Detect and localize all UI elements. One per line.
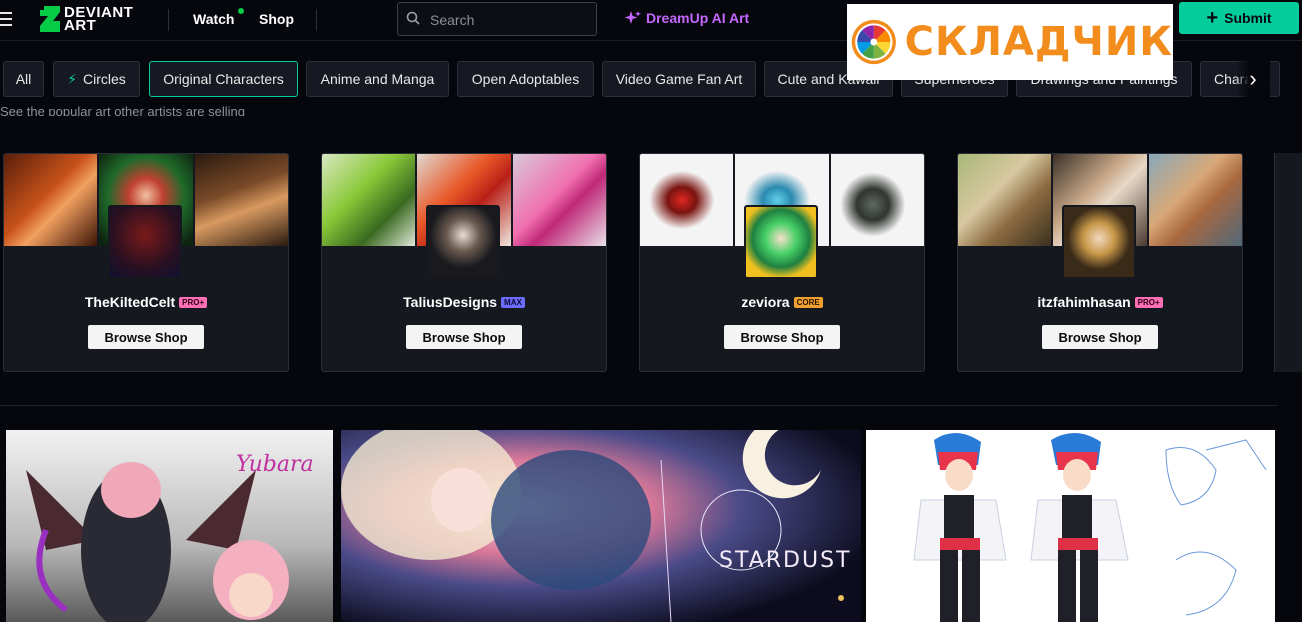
shop-username[interactable]: TheKiltedCelt bbox=[85, 294, 175, 310]
avatar[interactable] bbox=[108, 205, 182, 279]
chip-circles[interactable]: ⚡ Circles bbox=[53, 61, 140, 97]
watch-link[interactable]: Watch bbox=[193, 11, 234, 27]
nav-separator bbox=[316, 9, 317, 31]
chip-all[interactable]: All bbox=[3, 61, 44, 97]
shop-name-row: TheKiltedCelt PRO+ bbox=[4, 294, 288, 310]
artwork-thumbnail[interactable] bbox=[194, 154, 288, 246]
artwork-thumbnail[interactable] bbox=[958, 154, 1052, 246]
deviantart-logo-icon bbox=[40, 6, 60, 32]
membership-badge: CORE bbox=[793, 296, 823, 308]
shop-name-row: itzfahimhasan PRO+ bbox=[958, 294, 1242, 310]
chevron-right-icon[interactable]: › bbox=[1236, 61, 1270, 97]
chip-label: Open Adoptables bbox=[471, 71, 580, 87]
artwork-thumbnail[interactable] bbox=[512, 154, 606, 246]
submit-button[interactable]: + Submit bbox=[1179, 2, 1299, 34]
shop-card-partial[interactable] bbox=[1274, 153, 1302, 372]
menu-icon[interactable] bbox=[0, 12, 12, 26]
search-icon bbox=[406, 11, 420, 25]
chip-label: Video Game Fan Art bbox=[615, 71, 743, 87]
avatar[interactable] bbox=[744, 205, 818, 279]
sparkle-icon bbox=[624, 11, 641, 24]
shop-username[interactable]: zeviora bbox=[741, 294, 789, 310]
artwork-thumbnail[interactable] bbox=[1148, 154, 1242, 246]
browse-shop-button[interactable]: Browse Shop bbox=[88, 325, 204, 349]
artwork-tile[interactable]: Yubara bbox=[6, 430, 333, 622]
logo-text: DEVIANT ART bbox=[64, 5, 133, 33]
plus-icon: + bbox=[1206, 7, 1219, 29]
membership-badge: MAX bbox=[501, 296, 525, 308]
artwork-thumbnail[interactable] bbox=[640, 154, 734, 246]
lightning-icon: ⚡ bbox=[67, 70, 78, 87]
dreamup-label: DreamUp AI Art bbox=[646, 10, 750, 26]
watermark-overlay: СКЛАДЧИК bbox=[847, 4, 1173, 80]
avatar[interactable] bbox=[426, 205, 500, 279]
search-input[interactable] bbox=[428, 9, 592, 31]
artwork-tile[interactable]: STARDUST bbox=[341, 430, 861, 622]
nav-separator bbox=[168, 9, 169, 31]
avatar[interactable] bbox=[1062, 205, 1136, 279]
shop-card[interactable]: zeviora CORE Browse Shop bbox=[639, 153, 925, 372]
artwork-tile[interactable] bbox=[866, 430, 1275, 622]
artwork-image bbox=[866, 430, 1275, 622]
watermark-text: СКЛАДЧИК bbox=[904, 19, 1173, 65]
chip-original-characters[interactable]: Original Characters bbox=[149, 61, 298, 97]
section-divider bbox=[0, 405, 1278, 406]
browse-shop-button[interactable]: Browse Shop bbox=[406, 325, 522, 349]
chip-anime-and-manga[interactable]: Anime and Manga bbox=[306, 61, 449, 97]
dreamup-link[interactable]: DreamUp AI Art bbox=[624, 10, 749, 26]
shop-card[interactable]: itzfahimhasan PRO+ Browse Shop bbox=[957, 153, 1243, 372]
artwork-thumbnail[interactable] bbox=[4, 154, 98, 246]
artwork-caption: STARDUST bbox=[719, 548, 852, 573]
chip-label: Original Characters bbox=[163, 71, 284, 87]
artwork-thumbnail[interactable] bbox=[322, 154, 416, 246]
shop-card[interactable]: TaliusDesigns MAX Browse Shop bbox=[321, 153, 607, 372]
submit-label: Submit bbox=[1224, 10, 1272, 26]
shop-username[interactable]: itzfahimhasan bbox=[1037, 294, 1130, 310]
color-wheel-logo bbox=[851, 19, 896, 65]
artwork-image bbox=[341, 430, 861, 622]
deviantart-logo[interactable]: DEVIANT ART bbox=[40, 4, 133, 34]
browse-shop-button[interactable]: Browse Shop bbox=[724, 325, 840, 349]
browse-shop-button[interactable]: Browse Shop bbox=[1042, 325, 1158, 349]
shop-name-row: zeviora CORE bbox=[640, 294, 924, 310]
shop-link[interactable]: Shop bbox=[259, 11, 294, 27]
watch-notification-dot bbox=[238, 8, 244, 14]
shop-name-row: TaliusDesigns MAX bbox=[322, 294, 606, 310]
artwork-thumbnail[interactable] bbox=[830, 154, 924, 246]
chip-label: All bbox=[15, 71, 32, 87]
membership-badge: PRO+ bbox=[179, 296, 208, 308]
chip-open-adoptables[interactable]: Open Adoptables bbox=[457, 61, 594, 97]
chip-label: Circles bbox=[83, 71, 126, 87]
search-box[interactable] bbox=[397, 2, 597, 36]
section-subtitle: See the popular art other artists are se… bbox=[0, 104, 245, 116]
membership-badge: PRO+ bbox=[1134, 296, 1163, 308]
chip-video-game-fan-art[interactable]: Video Game Fan Art bbox=[602, 61, 756, 97]
chip-label: Anime and Manga bbox=[320, 71, 435, 87]
shop-card[interactable]: TheKiltedCelt PRO+ Browse Shop bbox=[3, 153, 289, 372]
shop-username[interactable]: TaliusDesigns bbox=[403, 294, 497, 310]
artwork-caption: Yubara bbox=[236, 452, 314, 477]
